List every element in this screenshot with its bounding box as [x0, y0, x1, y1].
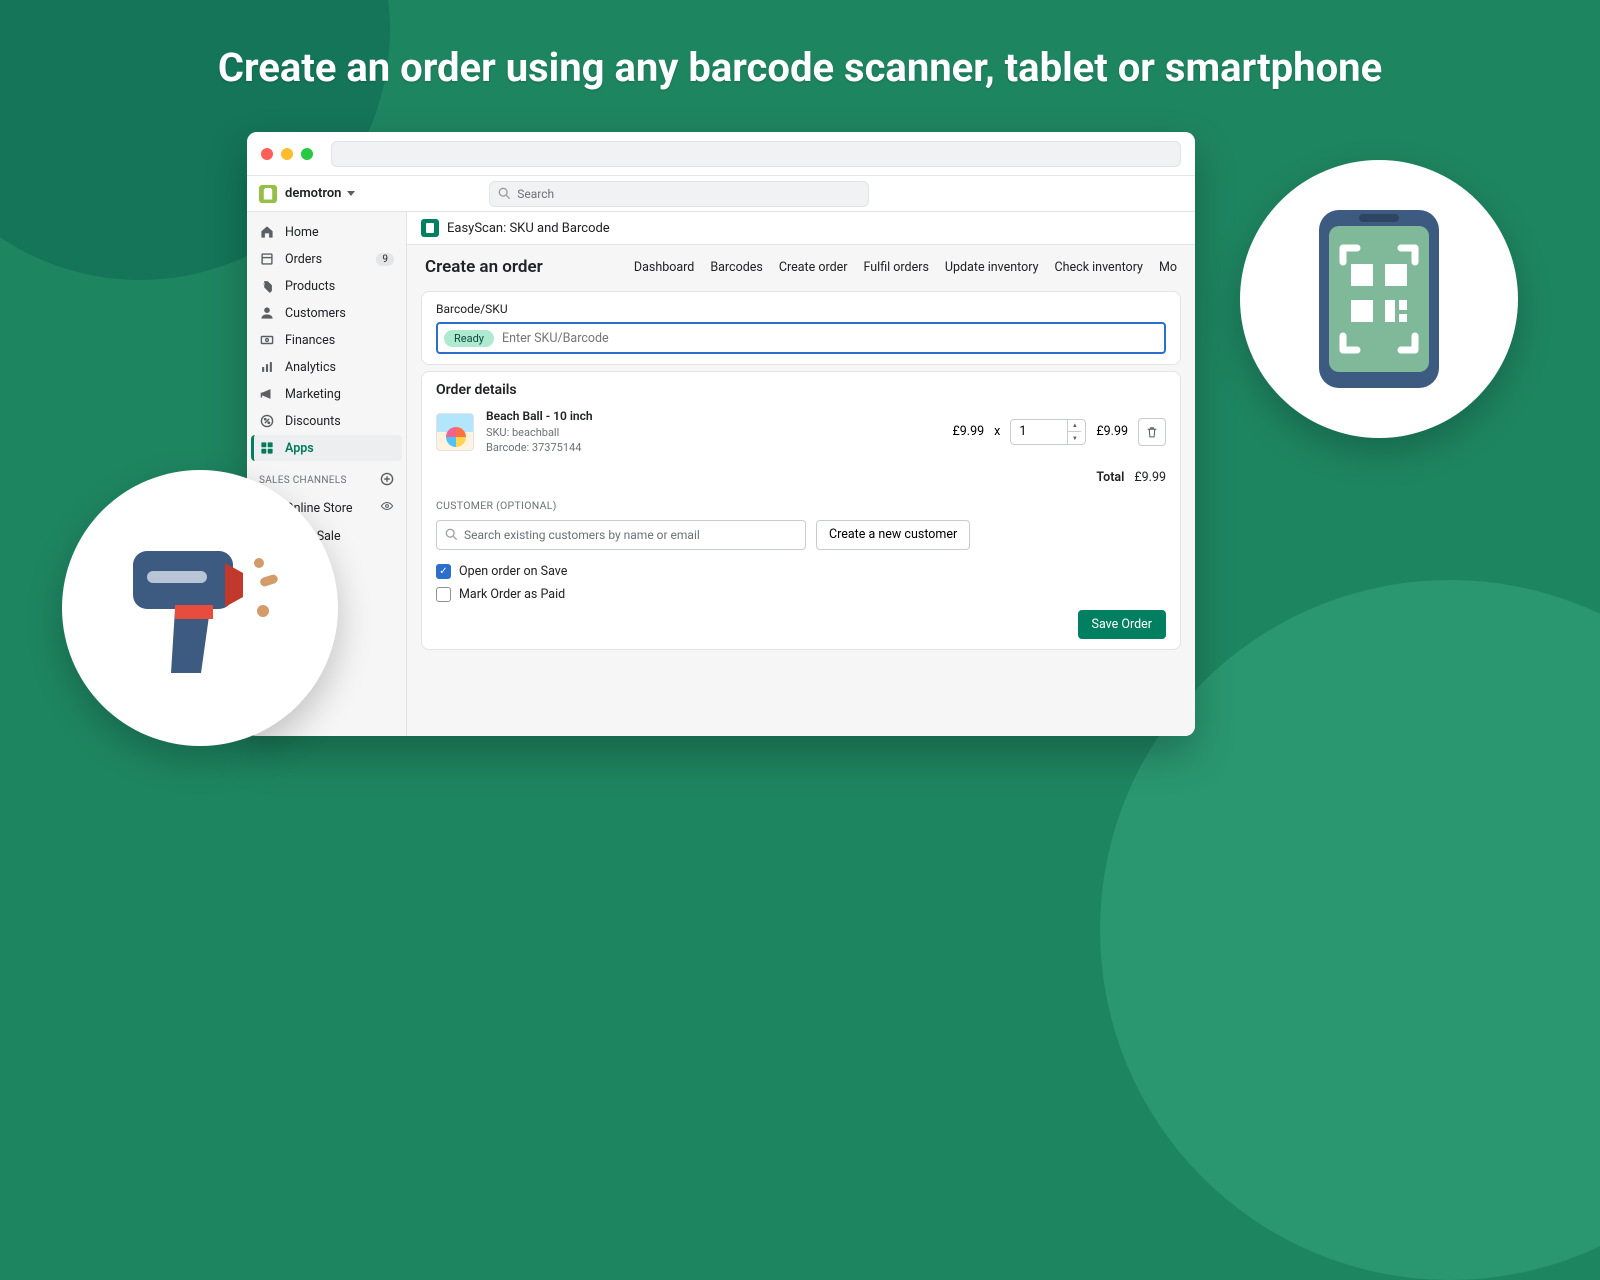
sku-card: Barcode/SKU Ready — [421, 291, 1181, 365]
total-value: £9.99 — [1134, 470, 1166, 485]
orders-badge: 9 — [376, 253, 394, 266]
order-details-header: Order details — [436, 382, 1166, 398]
open-on-save-row[interactable]: Open order on Save — [436, 564, 1166, 579]
store-name[interactable]: demotron — [285, 186, 341, 201]
main-content: EasyScan: SKU and Barcode Create an orde… — [407, 212, 1195, 736]
order-details-card: Order details Beach Ball - 10 inch SKU: … — [421, 371, 1181, 650]
trash-icon — [1145, 425, 1159, 439]
tab-create-order[interactable]: Create order — [779, 260, 848, 275]
marketing-icon — [259, 386, 275, 402]
quantity-stepper[interactable]: 1 ▲▼ — [1010, 419, 1086, 445]
browser-window: demotron Search Home Orders9 Products Cu… — [247, 132, 1195, 736]
search-icon — [498, 187, 511, 200]
page-tabs: Dashboard Barcodes Create order Fulfil o… — [634, 260, 1177, 275]
global-search[interactable]: Search — [489, 181, 869, 207]
customers-icon — [259, 305, 275, 321]
checkbox-mark-paid[interactable] — [436, 587, 451, 602]
unit-price: £9.99 — [953, 424, 985, 439]
customer-header: CUSTOMER (OPTIONAL) — [436, 499, 1166, 512]
sidebar-item-finances[interactable]: Finances — [251, 327, 402, 353]
checkbox-open-on-save[interactable] — [436, 564, 451, 579]
mark-paid-row[interactable]: Mark Order as Paid — [436, 587, 1166, 602]
sku-input-row[interactable]: Ready — [436, 322, 1166, 354]
times-symbol: x — [994, 424, 1000, 439]
headline: Create an order using any barcode scanne… — [0, 44, 1600, 91]
window-close-icon[interactable] — [261, 148, 273, 160]
phone-qr-icon — [1309, 204, 1449, 394]
ready-pill: Ready — [444, 330, 494, 347]
products-icon — [259, 278, 275, 294]
page-title: Create an order — [425, 257, 543, 277]
product-thumbnail — [436, 413, 474, 451]
qty-up-icon[interactable]: ▲ — [1068, 420, 1081, 433]
barcode-scanner-illustration — [62, 470, 338, 746]
admin-topbar: demotron Search — [247, 176, 1195, 212]
sidebar-item-customers[interactable]: Customers — [251, 300, 402, 326]
analytics-icon — [259, 359, 275, 375]
product-name: Beach Ball - 10 inch — [486, 408, 593, 425]
app-logo-icon — [421, 219, 439, 237]
sku-input[interactable] — [502, 331, 1158, 346]
sidebar-item-products[interactable]: Products — [251, 273, 402, 299]
tab-barcodes[interactable]: Barcodes — [710, 260, 763, 275]
customer-search[interactable]: Search existing customers by name or ema… — [436, 520, 806, 550]
sidebar-item-orders[interactable]: Orders9 — [251, 246, 402, 272]
save-order-button[interactable]: Save Order — [1078, 610, 1166, 639]
sidebar-item-marketing[interactable]: Marketing — [251, 381, 402, 407]
tab-more[interactable]: Mo — [1159, 260, 1177, 275]
sidebar-item-home[interactable]: Home — [251, 219, 402, 245]
discounts-icon — [259, 413, 275, 429]
phone-qr-illustration — [1240, 160, 1518, 438]
sku-label: Barcode/SKU — [436, 302, 1166, 316]
sidebar-item-apps[interactable]: Apps — [251, 435, 402, 461]
total-label: Total — [1096, 470, 1124, 485]
eye-icon[interactable] — [380, 499, 394, 517]
shopify-logo-icon — [259, 185, 277, 203]
app-header: EasyScan: SKU and Barcode — [407, 212, 1195, 245]
product-barcode: Barcode: 37375144 — [486, 440, 593, 455]
tab-fulfil-orders[interactable]: Fulfil orders — [864, 260, 929, 275]
tab-dashboard[interactable]: Dashboard — [634, 260, 694, 275]
qty-down-icon[interactable]: ▼ — [1068, 432, 1081, 444]
tab-update-inventory[interactable]: Update inventory — [945, 260, 1039, 275]
add-channel-icon[interactable] — [380, 472, 394, 489]
window-max-icon[interactable] — [301, 148, 313, 160]
sidebar-item-discounts[interactable]: Discounts — [251, 408, 402, 434]
line-total: £9.99 — [1096, 424, 1128, 439]
order-line-item: Beach Ball - 10 inch SKU: beachball Barc… — [436, 408, 1166, 456]
barcode-scanner-icon — [115, 533, 285, 683]
titlebar — [247, 132, 1195, 176]
home-icon — [259, 224, 275, 240]
create-customer-button[interactable]: Create a new customer — [816, 520, 970, 550]
window-min-icon[interactable] — [281, 148, 293, 160]
chevron-down-icon[interactable] — [347, 191, 355, 196]
tab-check-inventory[interactable]: Check inventory — [1055, 260, 1143, 275]
product-sku: SKU: beachball — [486, 425, 593, 440]
sales-channels-header: SALES CHANNELS — [251, 462, 402, 493]
apps-icon — [259, 440, 275, 456]
orders-icon — [259, 251, 275, 267]
finances-icon — [259, 332, 275, 348]
sidebar-item-analytics[interactable]: Analytics — [251, 354, 402, 380]
url-bar[interactable] — [331, 141, 1181, 167]
delete-line-button[interactable] — [1138, 418, 1166, 446]
search-icon — [445, 528, 458, 541]
